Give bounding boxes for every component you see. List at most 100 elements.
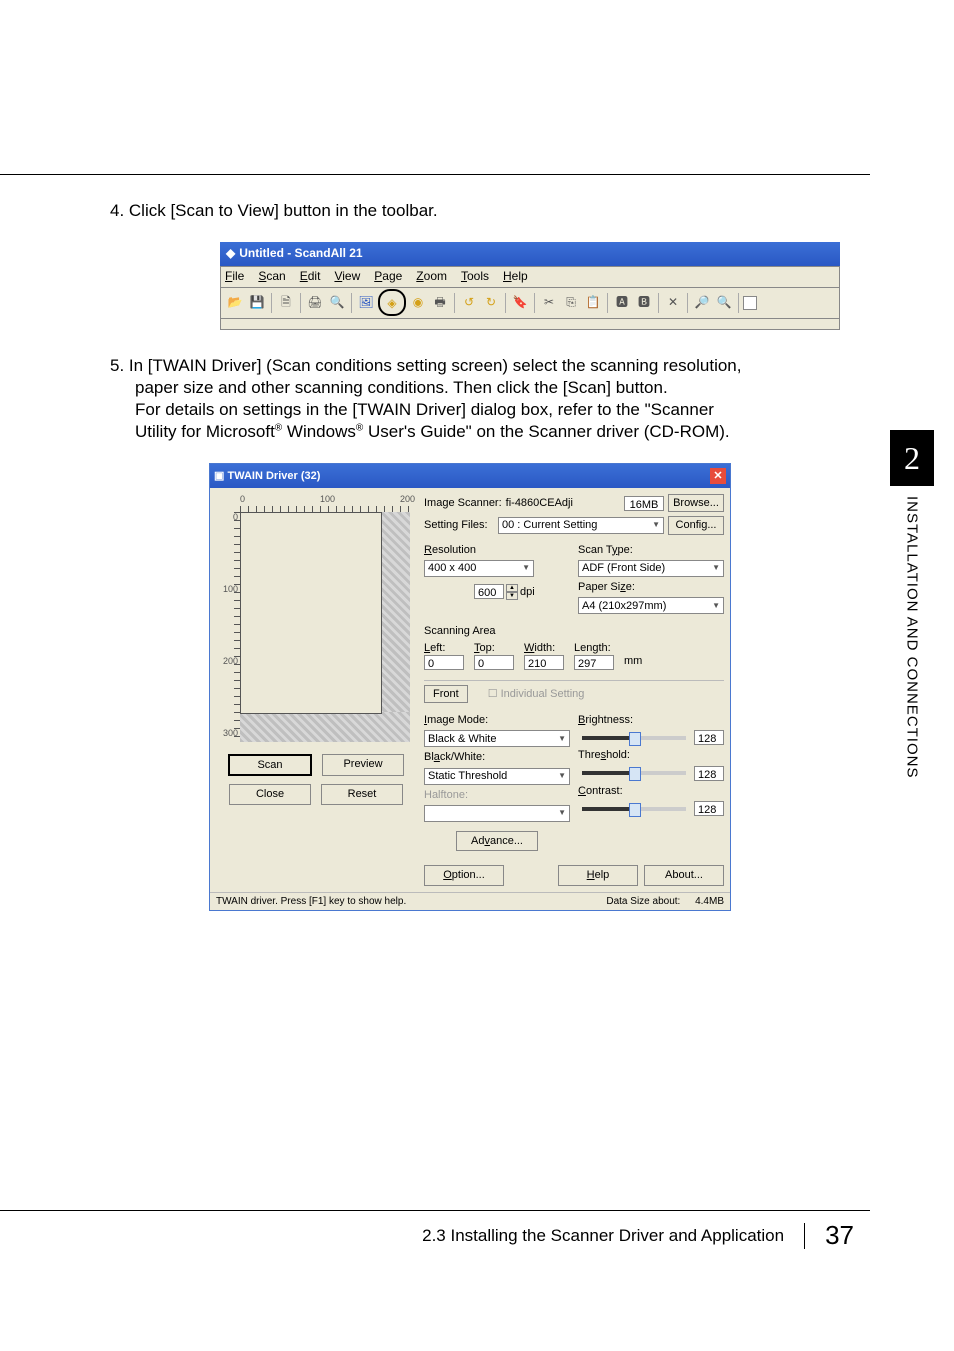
ruler-horizontal: 0 100 200 [240, 494, 416, 512]
toolbar-checkbox[interactable] [743, 296, 757, 310]
save-icon[interactable]: 💾 [247, 293, 267, 313]
status-text: TWAIN driver. Press [F1] key to show hel… [216, 895, 406, 908]
scandall-toolbar: 📂 💾 🗎 🖨 🔍 🖼 ◈ ◉ 🖶 ↺ ↻ 🔖 [220, 288, 840, 319]
page-number: 37 [825, 1220, 854, 1251]
toolbar-separator [534, 293, 535, 313]
contrast-value[interactable]: 128 [694, 801, 724, 816]
close-button[interactable]: Close [229, 784, 311, 804]
ocr2-icon[interactable]: 🅱 [634, 293, 654, 313]
advance-button[interactable]: Advance... [456, 831, 538, 851]
preview-icon[interactable]: 🔍 [327, 293, 347, 313]
toolbar-separator [738, 293, 739, 313]
scandall-title: Untitled - ScandAll 21 [239, 246, 362, 262]
toolbar-separator [351, 293, 352, 313]
ocr1-icon[interactable]: 🅰 [612, 293, 632, 313]
setting-files-select[interactable]: 00 : Current Setting▼ [498, 517, 664, 534]
threshold-label: Threshold: [578, 748, 724, 762]
menu-scan[interactable]: Scan [258, 269, 285, 285]
zoom-in-icon[interactable]: 🔎 [692, 293, 712, 313]
cut-icon[interactable]: ✂ [539, 293, 559, 313]
setting-files-label: Setting Files: [424, 518, 494, 532]
menu-file[interactable]: File [225, 269, 244, 285]
preview-button[interactable]: Preview [322, 754, 404, 776]
rotate-r-icon[interactable]: ↻ [481, 293, 501, 313]
brightness-label: Brightness: [578, 713, 724, 727]
bw-select[interactable]: Static Threshold▼ [424, 768, 570, 785]
menu-help[interactable]: Help [503, 269, 528, 285]
copy-icon[interactable]: ⎘ [561, 293, 581, 313]
step-5-line1: 5. In [TWAIN Driver] (Scan conditions se… [110, 355, 830, 377]
contrast-label: Contrast: [578, 784, 724, 798]
step-5-line2: paper size and other scanning conditions… [135, 377, 830, 399]
chapter-title: INSTALLATION AND CONNECTIONS [904, 496, 921, 778]
halftone-select: ▼ [424, 805, 570, 822]
chapter-side-tab: 2 INSTALLATION AND CONNECTIONS [890, 430, 934, 778]
image-mode-select[interactable]: Black & White▼ [424, 730, 570, 747]
preview-pane: 0 100 200 0 100 200 300 [216, 494, 416, 886]
contrast-slider[interactable] [582, 807, 686, 811]
new-icon[interactable]: 🗎 [276, 293, 296, 313]
toolbar-separator [658, 293, 659, 313]
menu-page[interactable]: Page [374, 269, 402, 285]
threshold-slider[interactable] [582, 771, 686, 775]
paper-size-label: Paper Size: [578, 580, 724, 594]
config-button[interactable]: Config... [668, 516, 724, 534]
image-scanner-value: fi-4860CEAdji [506, 496, 620, 510]
about-button[interactable]: About... [644, 865, 724, 885]
threshold-value[interactable]: 128 [694, 766, 724, 781]
length-input[interactable]: 297 [574, 655, 614, 670]
titlebar-icon: ◆ [226, 246, 235, 262]
image-scanner-label: Image Scanner: [424, 496, 502, 510]
resolution-select[interactable]: 400 x 400▼ [424, 560, 534, 577]
scanner-icon[interactable]: 🖼 [356, 293, 376, 313]
help-button[interactable]: Help [558, 865, 638, 885]
menu-view[interactable]: View [334, 269, 360, 285]
brightness-slider[interactable] [582, 736, 686, 740]
header-rule [0, 174, 870, 175]
print-icon[interactable]: 🖨 [305, 293, 325, 313]
res-spinner[interactable]: ▲▼ [506, 584, 518, 600]
rotate-l-icon[interactable]: ↺ [459, 293, 479, 313]
stamp-icon[interactable]: 🔖 [510, 293, 530, 313]
custom-res-input[interactable]: 600 [474, 584, 504, 599]
bw-label: Black/White: [424, 750, 570, 764]
close-icon[interactable]: ✕ [710, 468, 726, 484]
preview-selection[interactable] [240, 512, 382, 714]
paper-size-select[interactable]: A4 (210x297mm)▼ [578, 597, 724, 614]
top-input[interactable]: 0 [474, 655, 514, 670]
toolbar-separator [271, 293, 272, 313]
open-icon[interactable]: 📂 [225, 293, 245, 313]
scan3-icon[interactable]: 🖶 [430, 293, 450, 313]
scan-to-view-icon[interactable]: ◈ [382, 294, 402, 314]
browse-button[interactable]: Browse... [668, 494, 724, 512]
dpi-label: dpi [520, 585, 535, 599]
reset-button[interactable]: Reset [321, 784, 403, 804]
menu-zoom[interactable]: Zoom [416, 269, 447, 285]
twain-titlebar: ▣ TWAIN Driver (32) ✕ [210, 464, 730, 488]
front-tab[interactable]: Front [424, 685, 468, 703]
mm-label: mm [624, 654, 642, 668]
twain-dialog: ▣ TWAIN Driver (32) ✕ 0 100 200 0 100 [209, 463, 731, 911]
menu-tools[interactable]: Tools [461, 269, 489, 285]
zoom-out-icon[interactable]: 🔍 [714, 293, 734, 313]
twain-statusbar: TWAIN driver. Press [F1] key to show hel… [210, 892, 730, 910]
scan-type-select[interactable]: ADF (Front Side)▼ [578, 560, 724, 577]
settings-pane: Image Scanner: fi-4860CEAdji 16MB Browse… [424, 494, 724, 886]
chapter-number: 2 [890, 430, 934, 486]
ruler-vertical: 0 100 200 300 [216, 512, 240, 742]
delete-icon[interactable]: ✕ [663, 293, 683, 313]
footer-separator [804, 1223, 805, 1249]
paste-icon[interactable]: 📋 [583, 293, 603, 313]
scan-icon[interactable]: ◉ [408, 293, 428, 313]
scan-to-view-highlight: ◈ [378, 289, 406, 316]
menu-edit[interactable]: Edit [300, 269, 321, 285]
width-input[interactable]: 210 [524, 655, 564, 670]
left-input[interactable]: 0 [424, 655, 464, 670]
individual-setting-checkbox: ☐ Individual Setting [488, 687, 585, 701]
halftone-label: Halftone: [424, 788, 570, 802]
footer-section: 2.3 Installing the Scanner Driver and Ap… [422, 1226, 784, 1246]
scan-type-label: Scan Type: [578, 543, 724, 557]
brightness-value[interactable]: 128 [694, 730, 724, 745]
option-button[interactable]: Option... [424, 865, 504, 885]
scan-button[interactable]: Scan [228, 754, 312, 776]
